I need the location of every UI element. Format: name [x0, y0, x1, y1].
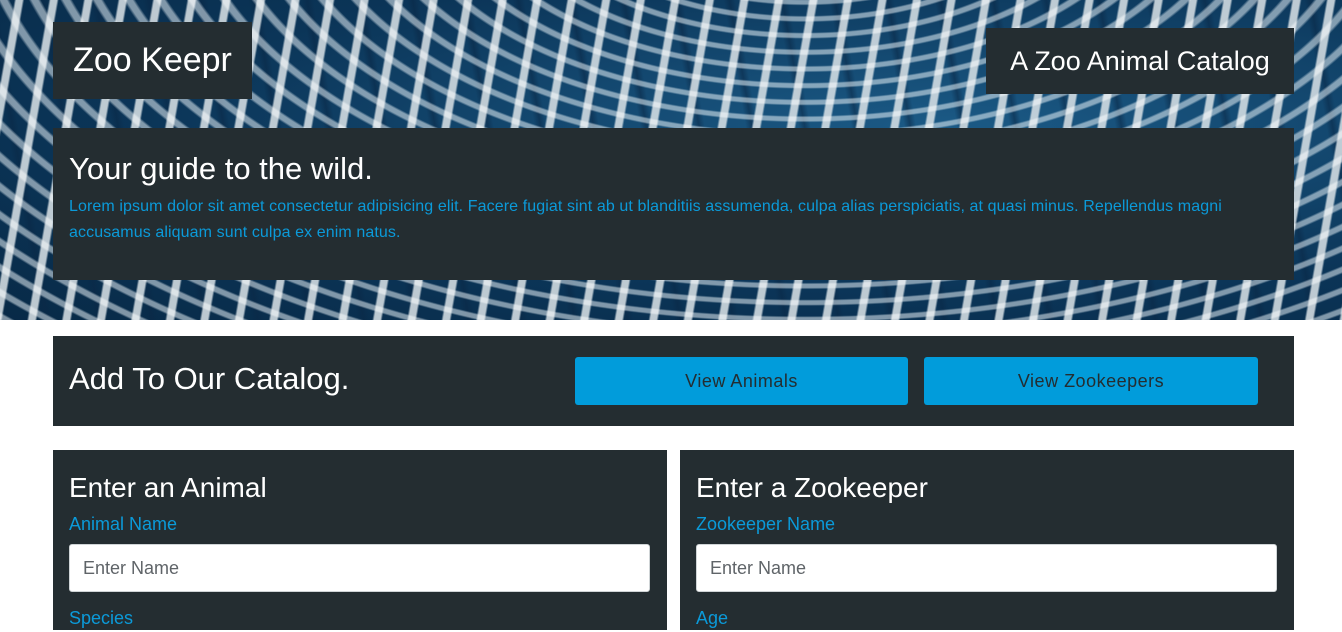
catalog-title: Add To Our Catalog. — [69, 361, 350, 396]
intro-heading: Your guide to the wild. — [69, 151, 373, 186]
catalog-bar: Add To Our Catalog. View Animals View Zo… — [53, 336, 1294, 426]
site-logo[interactable]: Zoo Keepr — [53, 22, 252, 99]
tagline-box: A Zoo Animal Catalog — [986, 28, 1294, 94]
zookeeper-name-input[interactable] — [696, 544, 1277, 592]
animal-name-input[interactable] — [69, 544, 650, 592]
hero-banner: Zoo Keepr A Zoo Animal Catalog Your guid… — [0, 0, 1342, 320]
intro-text: Lorem ipsum dolor sit amet consectetur a… — [69, 198, 1222, 241]
zookeeper-form: Enter a Zookeeper Zookeeper Name Age — [680, 450, 1294, 630]
tagline: A Zoo Animal Catalog — [1010, 45, 1270, 76]
intro-panel: Your guide to the wild. Lorem ipsum dolo… — [53, 128, 1294, 280]
animal-name-label: Animal Name — [69, 514, 178, 534]
zookeeper-form-title: Enter a Zookeeper — [696, 472, 928, 503]
animal-form: Enter an Animal Animal Name Species — [53, 450, 667, 630]
view-zookeepers-button[interactable]: View Zookeepers — [924, 357, 1258, 405]
site-title: Zoo Keepr — [73, 41, 232, 79]
species-label: Species — [69, 608, 134, 628]
animal-form-title: Enter an Animal — [69, 472, 267, 503]
age-label: Age — [696, 608, 729, 628]
view-animals-button[interactable]: View Animals — [575, 357, 908, 405]
zookeeper-name-label: Zookeeper Name — [696, 514, 836, 534]
